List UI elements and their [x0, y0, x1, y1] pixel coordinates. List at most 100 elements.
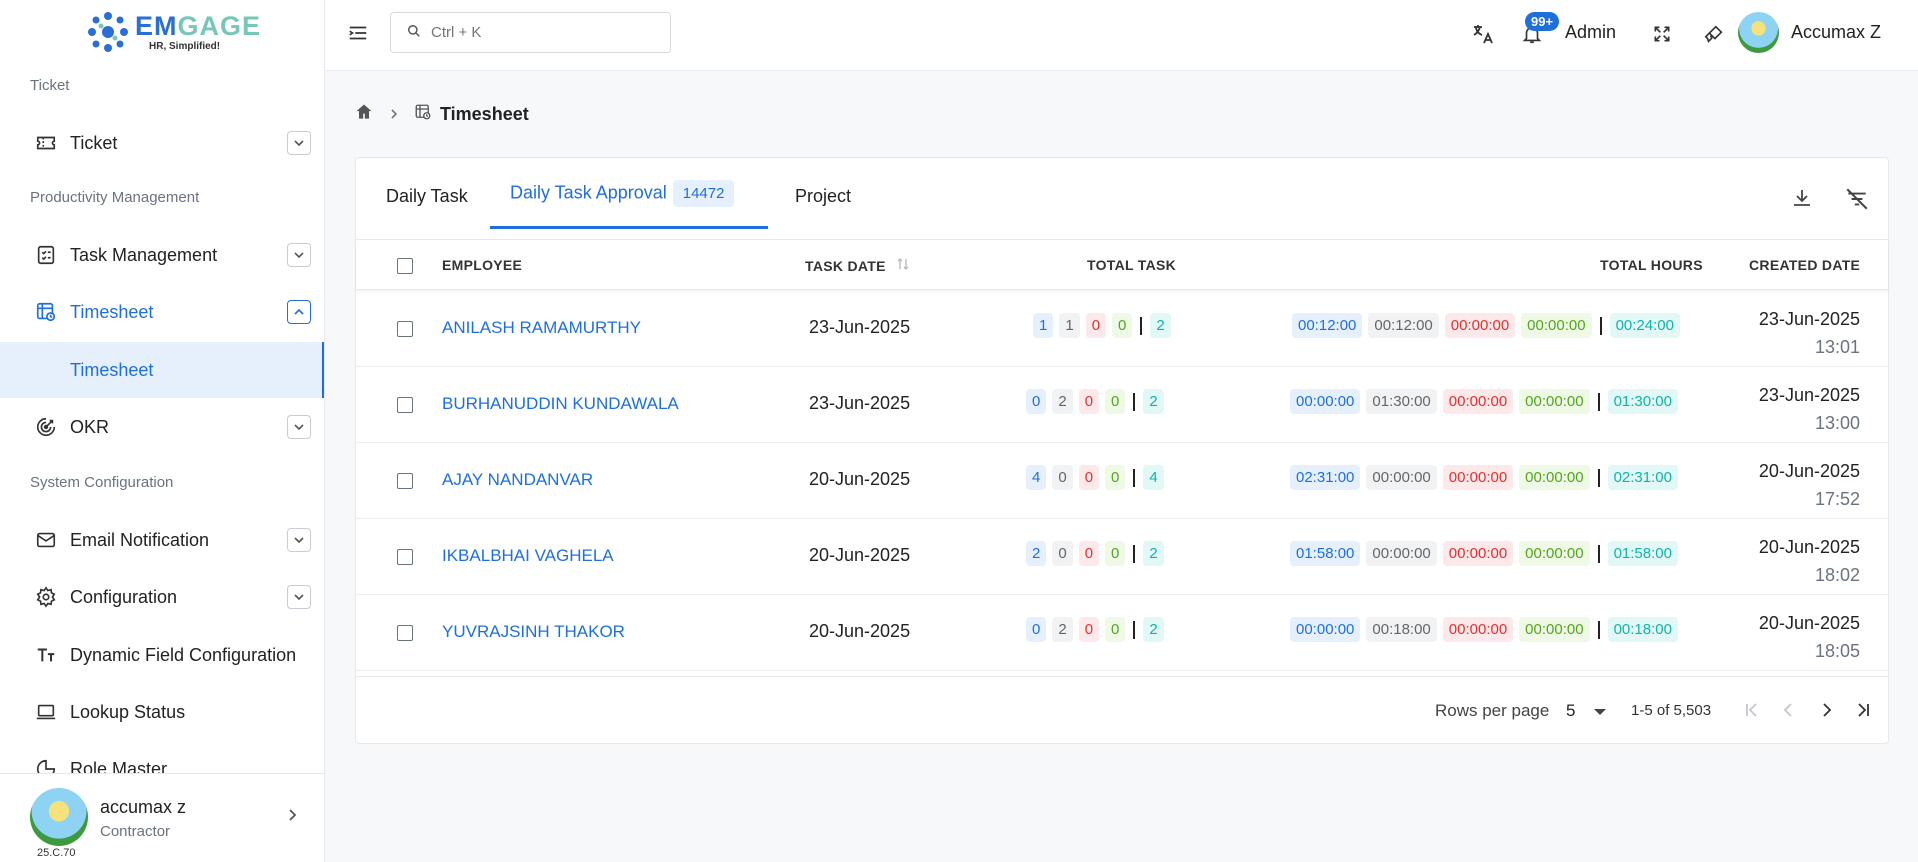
hours-rejected: 00:00:00: [1442, 541, 1514, 566]
sidebar-subitem-timesheet[interactable]: Timesheet: [0, 342, 324, 398]
section-label-ticket: Ticket: [30, 77, 70, 94]
first-page-icon[interactable]: [1739, 697, 1765, 723]
divider: [1597, 468, 1600, 487]
previous-page-icon[interactable]: [1776, 697, 1802, 723]
task-counts: 4 0 0 0 4: [1026, 465, 1164, 490]
header-avatar[interactable]: [1738, 12, 1779, 53]
translate-icon[interactable]: [1469, 20, 1497, 48]
employee-link[interactable]: ANILASH RAMAMURTHY: [442, 318, 641, 338]
last-page-icon[interactable]: [1850, 697, 1876, 723]
task-count-rejected: 0: [1085, 313, 1107, 338]
employee-link[interactable]: YUVRAJSINH THAKOR: [442, 622, 625, 642]
row-checkbox[interactable]: [397, 397, 413, 413]
created-date: 23-Jun-2025 13:01: [1759, 305, 1860, 361]
created-date: 20-Jun-2025 18:05: [1759, 609, 1860, 665]
target-icon: [34, 415, 58, 439]
row-checkbox[interactable]: [397, 321, 413, 337]
chevron-down-icon[interactable]: [287, 585, 311, 609]
sidebar-item-label: OKR: [70, 416, 110, 437]
row-checkbox[interactable]: [397, 549, 413, 565]
row-checkbox[interactable]: [397, 625, 413, 641]
sidebar-item-label: Task Management: [70, 244, 218, 265]
checklist-icon: [34, 243, 58, 267]
created-time-value: 17:52: [1814, 489, 1860, 509]
select-all-checkbox[interactable]: [397, 258, 413, 274]
task-count-pending: 0: [1026, 617, 1047, 642]
brush-icon[interactable]: [1700, 20, 1728, 48]
sidebar-item-okr[interactable]: OKR: [0, 401, 324, 453]
task-count-pending: 4: [1026, 465, 1047, 490]
chevron-up-icon[interactable]: [287, 300, 311, 324]
column-employee: EMPLOYEE: [442, 257, 523, 273]
hour-totals: 01:58:00 00:00:00 00:00:00 00:00:00 01:5…: [1290, 541, 1678, 566]
fullscreen-icon[interactable]: [1648, 20, 1676, 48]
task-count-total: 2: [1143, 617, 1164, 642]
menu-toggle-icon[interactable]: [347, 22, 371, 46]
role-switch[interactable]: Admin: [1565, 22, 1616, 43]
logo-icon: [88, 12, 128, 52]
employee-link[interactable]: AJAY NANDANVAR: [442, 470, 593, 490]
hours-pending: 00:00:00: [1290, 617, 1361, 642]
column-total-hours: TOTAL HOURS: [1600, 257, 1703, 273]
chevron-down-icon[interactable]: [287, 131, 311, 155]
row-checkbox[interactable]: [397, 473, 413, 489]
sidebar-item-ticket[interactable]: Ticket: [0, 117, 324, 169]
column-task-date[interactable]: TASK DATE: [805, 257, 910, 274]
laptop-icon: [34, 700, 58, 724]
table-header: EMPLOYEE TASK DATE TOTAL TASK TOTAL HOUR…: [356, 240, 1888, 290]
task-count-rejected: 0: [1078, 465, 1100, 490]
search-box[interactable]: [390, 12, 671, 53]
chevron-right-icon: [388, 104, 400, 125]
sidebar-user-card[interactable]: 25.C.70 accumax z Contractor: [0, 773, 324, 862]
download-icon[interactable]: [1790, 186, 1818, 214]
tab-bar: Daily Task Daily Task Approval 14472 Proj…: [356, 158, 1888, 240]
notification-badge: 99+: [1525, 12, 1560, 31]
home-icon[interactable]: [354, 102, 374, 127]
sidebar-item-label: Dynamic Field Configuration: [70, 644, 297, 665]
task-count-pending: 2: [1026, 541, 1047, 566]
tab-daily-task[interactable]: Daily Task: [386, 186, 468, 207]
task-count-approved: 0: [1105, 617, 1126, 642]
employee-link[interactable]: IKBALBHAI VAGHELA: [442, 546, 614, 566]
tab-project[interactable]: Project: [795, 186, 851, 207]
column-label: TASK DATE: [805, 258, 886, 274]
table-row: IKBALBHAI VAGHELA 20-Jun-2025 2 0 0 0 2 …: [356, 519, 1888, 595]
sidebar-item-configuration[interactable]: Configuration: [0, 571, 324, 623]
hours-approved: 00:00:00: [1519, 617, 1590, 642]
sidebar-item-timesheet[interactable]: Timesheet: [0, 286, 324, 338]
table-row: AJAY NANDANVAR 20-Jun-2025 4 0 0 0 4 02:…: [356, 443, 1888, 519]
rows-per-page-select[interactable]: 5: [1566, 701, 1575, 721]
hours-total: 00:24:00: [1609, 313, 1680, 338]
brand-logo[interactable]: EMGAGE HR, Simplified!: [85, 10, 261, 54]
chevron-down-icon[interactable]: [287, 528, 311, 552]
divider: [1140, 316, 1143, 335]
clear-filter-icon[interactable]: [1844, 186, 1872, 214]
caret-down-icon[interactable]: [1594, 709, 1606, 715]
user-role: Contractor: [100, 823, 171, 840]
search-input[interactable]: [431, 24, 651, 41]
sidebar-item-task-management[interactable]: Task Management: [0, 229, 324, 281]
active-tab-indicator: [490, 226, 768, 229]
sidebar-item-lookup-status[interactable]: Lookup Status: [0, 686, 324, 738]
header-user-name[interactable]: Accumax Z: [1791, 22, 1881, 43]
task-count-submitted: 2: [1052, 389, 1073, 414]
sort-icon[interactable]: [896, 258, 910, 274]
hours-rejected: 00:00:00: [1442, 465, 1514, 490]
tab-daily-task-approval[interactable]: Daily Task Approval 14472: [510, 180, 735, 207]
sidebar-item-dynamic-field-configuration[interactable]: Dynamic Field Configuration: [0, 629, 324, 681]
created-time-value: 18:05: [1814, 641, 1860, 661]
task-counts: 0 2 0 0 2: [1026, 389, 1164, 414]
created-date: 20-Jun-2025 18:02: [1759, 533, 1860, 589]
chevron-down-icon[interactable]: [287, 243, 311, 267]
task-counts: 1 1 0 0 2: [1033, 313, 1171, 338]
hours-pending: 00:00:00: [1290, 389, 1361, 414]
chevron-down-icon[interactable]: [287, 415, 311, 439]
next-page-icon[interactable]: [1813, 697, 1839, 723]
task-count-pending: 0: [1026, 389, 1047, 414]
chevron-right-icon[interactable]: [285, 808, 299, 827]
timesheet-card: Daily Task Daily Task Approval 14472 Proj…: [355, 157, 1889, 744]
employee-link[interactable]: BURHANUDDIN KUNDAWALA: [442, 394, 679, 414]
sidebar-item-email-notification[interactable]: Email Notification: [0, 514, 324, 566]
breadcrumb-current: Timesheet: [440, 104, 529, 124]
hour-totals: 00:00:00 00:18:00 00:00:00 00:00:00 00:1…: [1290, 617, 1678, 642]
